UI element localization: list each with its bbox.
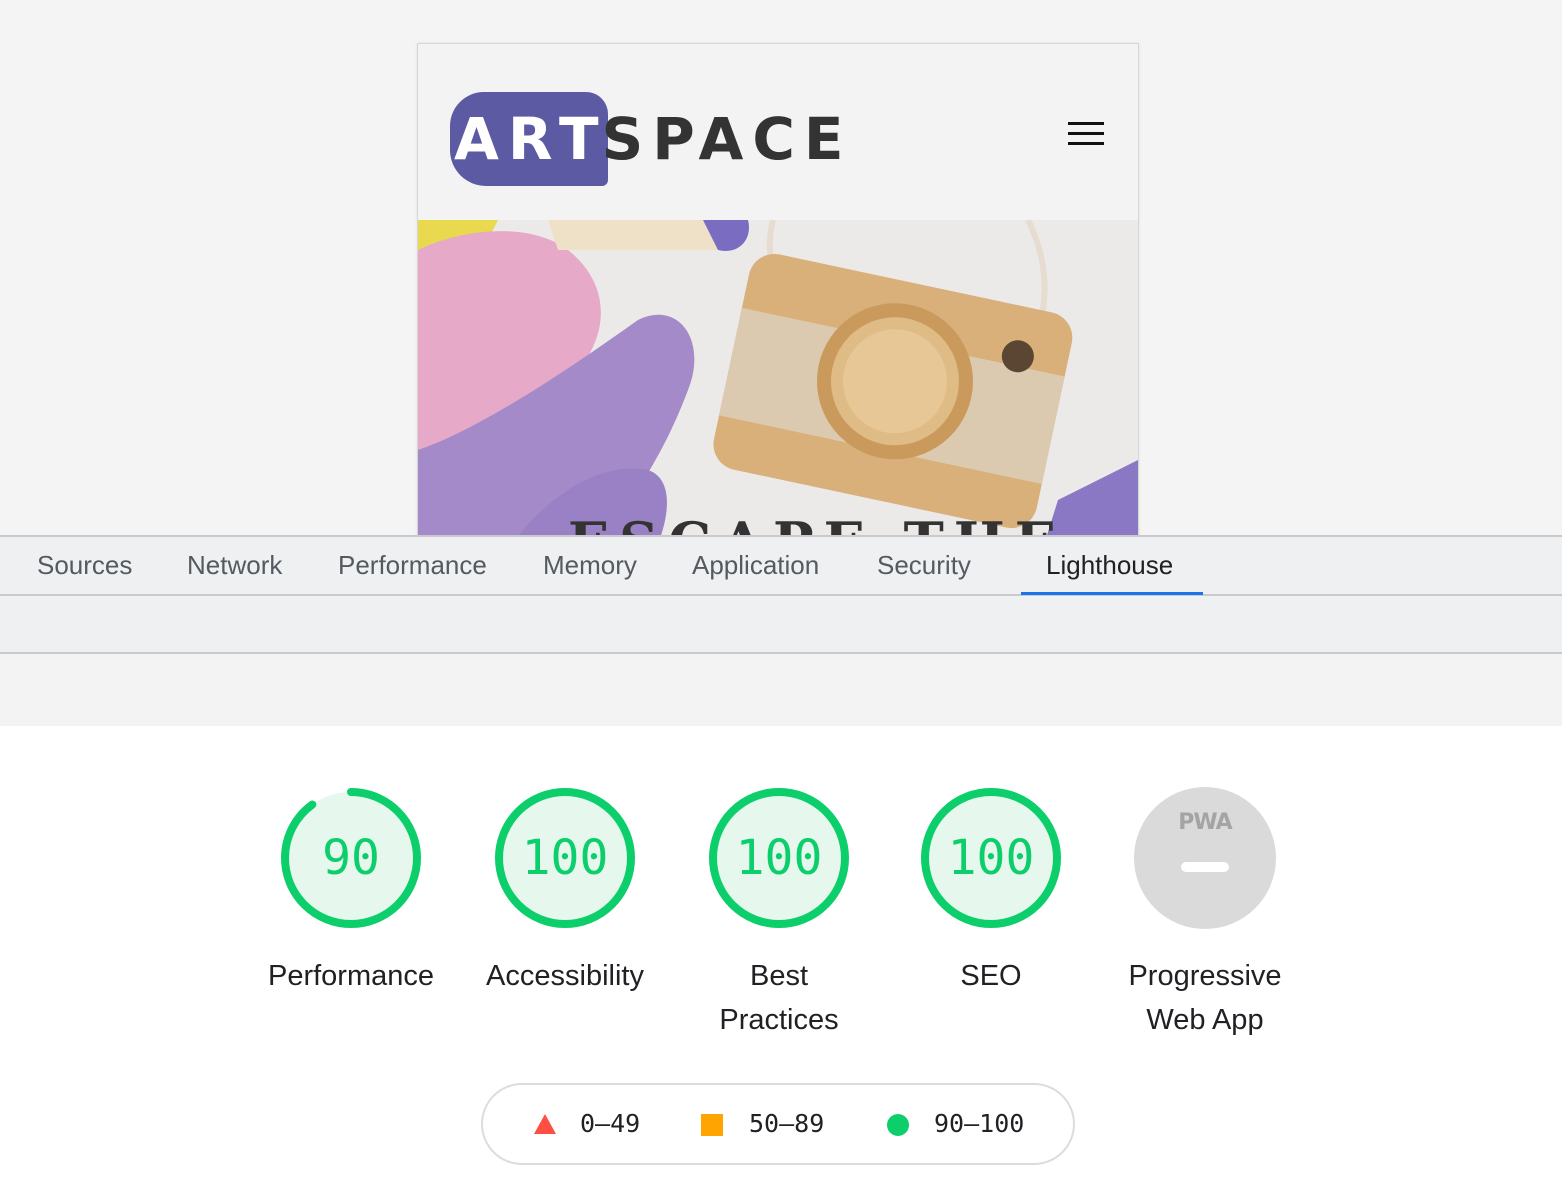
score-accessibility: 100 [521,830,609,886]
pwa-logo: PWA [1178,810,1232,835]
site-logo[interactable]: ART SPACE [450,92,853,186]
gauge-performance[interactable]: 90 Performance [256,786,446,998]
site-header: ART SPACE [418,44,1138,220]
tab-sources[interactable]: Sources [37,537,132,596]
gauge-pwa[interactable]: PWA Progressive Web App [1110,786,1300,1042]
score-best-practices: 100 [735,830,823,886]
label-best-practices: Best Practices [684,954,874,1042]
triangle-icon [534,1114,556,1134]
gauge-accessibility[interactable]: 100 Accessibility [470,786,660,998]
label-performance: Performance [267,960,434,992]
hero-image: ESCAPE THE [418,220,1138,535]
legend-range-pass: 90–100 [934,1109,1025,1138]
label-pwa-line2: Web App [1146,1004,1264,1036]
score-scale-legend: 0–49 50–89 90–100 [481,1083,1075,1165]
logo-art-text: ART [450,92,608,186]
tab-lighthouse[interactable]: Lighthouse [1046,537,1173,596]
lighthouse-toolbar [0,596,1562,654]
tab-performance[interactable]: Performance [338,537,487,596]
hero-heading: ESCAPE THE [568,510,1066,535]
score-seo: 100 [947,830,1035,886]
label-accessibility: Accessibility [486,960,644,992]
legend-range-fail: 0–49 [580,1109,641,1138]
label-seo: SEO [960,960,1022,992]
page-preview: ART SPACE [0,0,1562,535]
label-best-practices-line1: Best [749,960,809,992]
tab-memory[interactable]: Memory [543,537,637,596]
pwa-badge-icon [1134,787,1276,929]
pwa-na-dash [1181,862,1229,872]
hamburger-menu-icon[interactable] [1066,120,1106,148]
legend-range-average: 50–89 [749,1109,825,1138]
circle-icon [887,1114,909,1136]
label-pwa: Progressive Web App [1110,954,1300,1042]
mobile-viewport: ART SPACE [417,43,1139,535]
report-header [0,654,1562,726]
gauge-best-practices[interactable]: 100 Best Practices [684,786,874,1042]
active-tab-indicator [1021,592,1203,595]
score-performance: 90 [322,830,380,886]
tab-network[interactable]: Network [187,537,282,596]
devtools-tab-bar: Sources Network Performance Memory Appli… [0,535,1562,596]
camera-illustration [418,220,1138,535]
gauge-seo[interactable]: 100 SEO [896,786,1086,998]
tab-application[interactable]: Application [692,537,819,596]
logo-space-text: SPACE [601,105,853,173]
tab-security[interactable]: Security [877,537,971,596]
label-pwa-line1: Progressive [1128,960,1282,992]
square-icon [701,1114,723,1136]
label-best-practices-line2: Practices [719,1004,839,1036]
